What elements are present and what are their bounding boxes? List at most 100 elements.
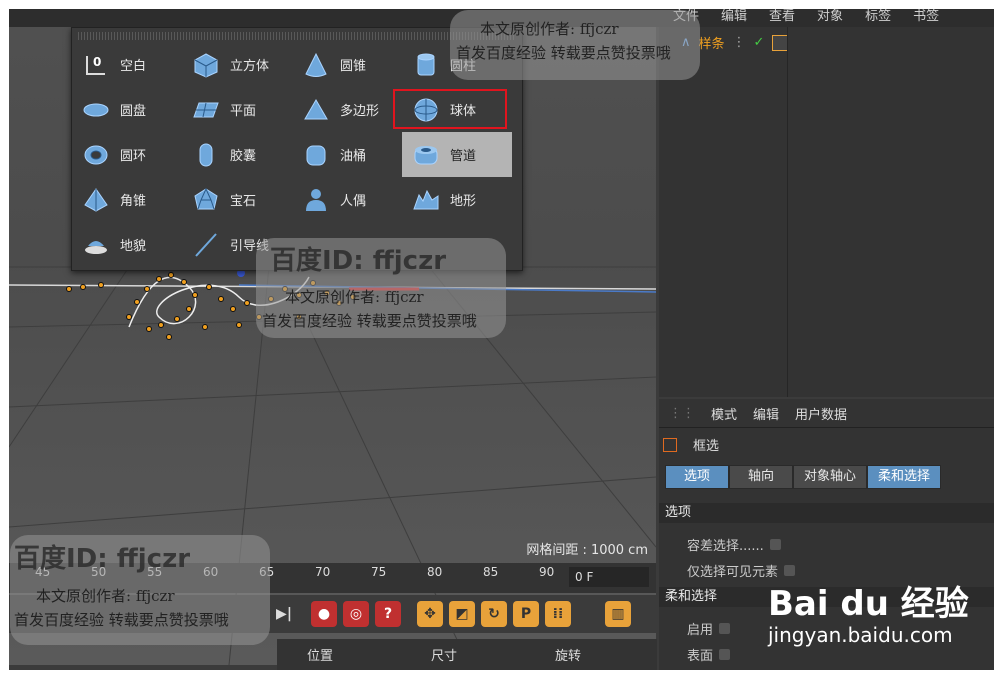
popup-item-cube[interactable]: 立方体 [182, 42, 292, 87]
tab-soft-selection[interactable]: 柔和选择 [867, 465, 942, 489]
enable-checkbox[interactable] [719, 623, 731, 634]
tab-axis[interactable]: 轴向 [729, 465, 794, 489]
prop-enable[interactable]: 启用 [687, 619, 731, 638]
record-keyframe-icon[interactable]: ● [311, 601, 337, 627]
oil-tank-icon [302, 141, 330, 169]
popup-item-label: 地貌 [120, 239, 147, 254]
popup-item-label: 多边形 [340, 104, 380, 119]
coord-size-label: 尺寸 [431, 649, 458, 664]
tolerance-checkbox[interactable] [769, 539, 781, 550]
key-help-icon[interactable]: ? [375, 601, 401, 627]
coord-position-label: 位置 [307, 649, 334, 664]
menu-attr-edit[interactable]: 编辑 [753, 404, 779, 423]
tick-label: 75 [371, 565, 387, 579]
tab-object-axis[interactable]: 对象轴心 [793, 465, 868, 489]
mode-label: 框选 [693, 439, 720, 454]
popup-item-label: 人偶 [340, 194, 367, 209]
timeline-window-icon[interactable]: ▥ [605, 601, 631, 627]
tick-label: 90 [539, 565, 555, 579]
attribute-tabs: 选项 轴向 对象轴心 柔和选择 [665, 465, 942, 489]
guide-icon [192, 231, 220, 259]
object-name: 样条 [698, 37, 725, 52]
sphere-icon [412, 96, 440, 124]
baidu-jingyan-logo: Bai du 经验 jingyan.baidu.com [768, 576, 969, 647]
popup-item-tube[interactable]: 管道 [402, 132, 512, 177]
popup-item-cone[interactable]: 圆锥 [292, 42, 402, 87]
coord-rotation-label: 旋转 [555, 649, 582, 664]
watermark-first: 首发百度经验 转载要点赞投票哦 [456, 44, 671, 62]
popup-item-polygon[interactable]: 多边形 [292, 87, 402, 132]
cylinder-icon [412, 51, 440, 79]
relief-icon [82, 231, 110, 259]
tick-label: 80 [427, 565, 443, 579]
visibility-icon[interactable]: ⋮ [733, 35, 746, 50]
popup-item-label: 立方体 [230, 59, 270, 74]
popup-item-label: 圆环 [120, 149, 147, 164]
popup-item-capsule[interactable]: 胶囊 [182, 132, 292, 177]
tick-label: 85 [483, 565, 499, 579]
menu-tag[interactable]: 标签 [865, 9, 891, 27]
rotate-key-icon[interactable]: ↻ [481, 601, 507, 627]
menu-bookmark[interactable]: 书签 [913, 9, 939, 27]
menu-user-data[interactable]: 用户数据 [795, 404, 847, 423]
current-frame-field[interactable]: 0 F [569, 567, 649, 587]
move-key-icon[interactable]: ✥ [417, 601, 443, 627]
popup-item-label: 胶囊 [230, 149, 257, 164]
attribute-menubar: ⋮⋮ 模式 编辑 用户数据 [659, 399, 994, 428]
plane-icon [192, 96, 220, 124]
svg-text:0: 0 [93, 55, 101, 69]
landscape-icon [412, 186, 440, 214]
cube-icon [192, 51, 220, 79]
popup-item-plane[interactable]: 平面 [182, 87, 292, 132]
popup-item-platonic[interactable]: 宝石 [182, 177, 292, 222]
popup-item-landscape[interactable]: 地形 [402, 177, 512, 222]
popup-item-null[interactable]: 0 空白 [72, 42, 182, 87]
baidu-logo-text: Bai du 经验 [768, 584, 969, 624]
param-key-icon[interactable]: P [513, 601, 539, 627]
watermark-id: 百度ID: ffjczr [270, 246, 447, 276]
watermark-id: 百度ID: ffjczr [14, 544, 191, 574]
prop-surface[interactable]: 表面 [687, 645, 731, 664]
menu-object[interactable]: 对象 [817, 9, 843, 27]
torus-icon [82, 141, 110, 169]
popup-item-label: 空白 [120, 59, 147, 74]
prop-label: 启用 [687, 623, 714, 638]
prop-tolerance[interactable]: 容差选择...... [687, 535, 781, 554]
menu-mode[interactable]: 模式 [711, 404, 737, 423]
popup-item-disc[interactable]: 圆盘 [72, 87, 182, 132]
menu-view[interactable]: 查看 [769, 9, 795, 27]
scale-key-icon[interactable]: ◩ [449, 601, 475, 627]
popup-item-sphere[interactable]: 球体 [393, 87, 512, 132]
tube-icon [412, 141, 440, 169]
baidu-url: jingyan.baidu.com [768, 623, 953, 647]
auto-key-icon[interactable]: ◎ [343, 601, 369, 627]
go-to-end-icon[interactable]: ▶| [271, 601, 297, 627]
popup-item-label: 平面 [230, 104, 257, 119]
null-object-icon: 0 [82, 51, 110, 79]
menu-edit[interactable]: 编辑 [721, 9, 747, 27]
popup-item-figure[interactable]: 人偶 [292, 177, 402, 222]
mode-row: 框选 [663, 435, 719, 454]
pyramid-icon [82, 186, 110, 214]
popup-item-pyramid[interactable]: 角锥 [72, 177, 182, 222]
watermark-first: 首发百度经验 转载要点赞投票哦 [14, 611, 229, 629]
disc-icon [82, 96, 110, 124]
prop-label: 仅选择可见元素 [687, 565, 779, 580]
popup-item-relief[interactable]: 地貌 [72, 222, 182, 267]
tab-options[interactable]: 选项 [665, 465, 730, 489]
watermark-author: 本文原创作者: ffjczr [480, 20, 619, 38]
check-icon[interactable]: ✓ [754, 35, 765, 50]
popup-item-oil-tank[interactable]: 油桶 [292, 132, 402, 177]
figure-icon [302, 186, 330, 214]
object-manager: ∧ 样条 ⋮ ✓ [659, 27, 994, 397]
popup-item-label: 地形 [450, 194, 477, 209]
polygon-icon [302, 96, 330, 124]
section-options: 选项 [659, 503, 994, 523]
popup-item-torus[interactable]: 圆环 [72, 132, 182, 177]
popup-item-label: 球体 [450, 104, 477, 119]
visible-only-checkbox[interactable] [784, 565, 796, 576]
point-key-icon[interactable]: ⁞⁞ [545, 601, 571, 627]
object-manager-menubar: 文件 编辑 查看 对象 标签 书签 [659, 9, 994, 27]
popup-item-label: 圆盘 [120, 104, 147, 119]
surface-checkbox[interactable] [719, 649, 731, 660]
